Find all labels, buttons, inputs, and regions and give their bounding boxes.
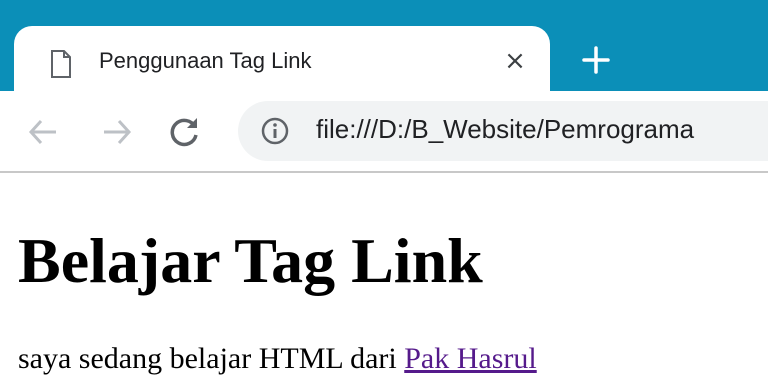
page-heading: Belajar Tag Link xyxy=(18,225,483,296)
url-text[interactable]: file:///D:/B_Website/Pemrograma xyxy=(316,114,694,145)
tab-title: Penggunaan Tag Link xyxy=(99,48,312,73)
browser-window: Penggunaan Tag Link × file:///D:/B_Websi… xyxy=(0,0,768,387)
page-content: Belajar Tag Link saya sedang belajar HTM… xyxy=(18,173,758,387)
pak-hasrul-link[interactable]: Pak Hasrul xyxy=(404,342,536,375)
new-tab-button[interactable] xyxy=(578,42,614,78)
active-tab[interactable]: Penggunaan Tag Link × xyxy=(14,26,550,100)
document-icon xyxy=(51,50,71,78)
reload-icon[interactable] xyxy=(168,115,202,149)
back-arrow-icon[interactable] xyxy=(26,115,60,149)
address-bar[interactable]: file:///D:/B_Website/Pemrograma xyxy=(238,101,768,161)
paragraph-text: saya sedang belajar HTML dari xyxy=(18,342,405,375)
tab-strip: Penggunaan Tag Link × xyxy=(0,0,768,100)
forward-arrow-icon[interactable] xyxy=(100,115,134,149)
browser-toolbar: file:///D:/B_Website/Pemrograma xyxy=(0,91,768,173)
close-tab-button[interactable]: × xyxy=(500,46,530,76)
paragraph: saya sedang belajar HTML dari Pak Hasrul xyxy=(18,341,537,377)
info-icon[interactable] xyxy=(260,116,290,146)
